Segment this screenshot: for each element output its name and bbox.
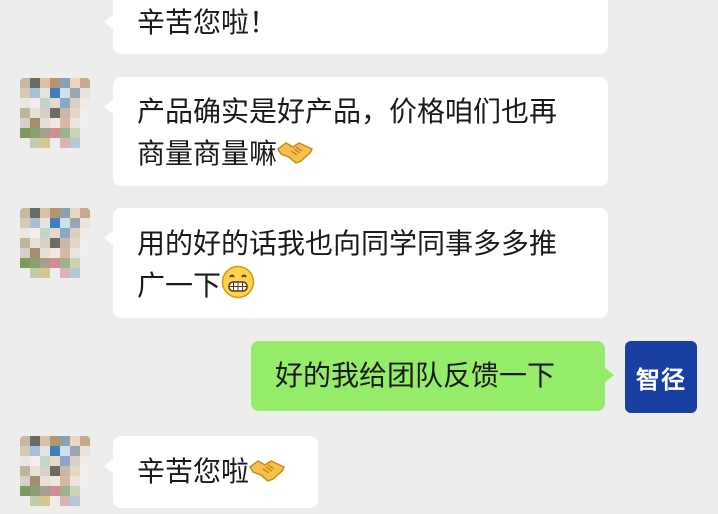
message-text-3: 用的好的话我也向同学同事多多推广一下: [137, 227, 558, 302]
message-text-5: 辛苦您啦: [137, 455, 250, 488]
contact-avatar[interactable]: [20, 208, 90, 278]
handshake-emoji-icon: [249, 455, 286, 497]
message-bubble-2[interactable]: 产品确实是好产品，价格咱们也再商量商量嘛: [104, 77, 608, 186]
message-text-2: 产品确实是好产品，价格咱们也再商量商量嘛: [137, 95, 558, 170]
message-bubble-1[interactable]: 辛苦您啦！: [104, 0, 608, 54]
contact-avatar[interactable]: [20, 78, 90, 148]
message-bubble-5[interactable]: 辛苦您啦: [104, 436, 318, 508]
message-bubble-3[interactable]: 用的好的话我也向同学同事多多推广一下: [104, 208, 608, 318]
grin-emoji-icon: [221, 265, 255, 311]
self-avatar-label: 智径: [636, 365, 686, 394]
message-bubble-4[interactable]: 好的我给团队反馈一下: [251, 341, 614, 411]
message-text-1: 辛苦您啦！: [137, 6, 278, 39]
message-text-4: 好的我给团队反馈一下: [275, 359, 556, 392]
contact-avatar[interactable]: [20, 436, 90, 506]
self-avatar[interactable]: 智径: [625, 341, 697, 413]
handshake-emoji-icon: [277, 137, 314, 179]
